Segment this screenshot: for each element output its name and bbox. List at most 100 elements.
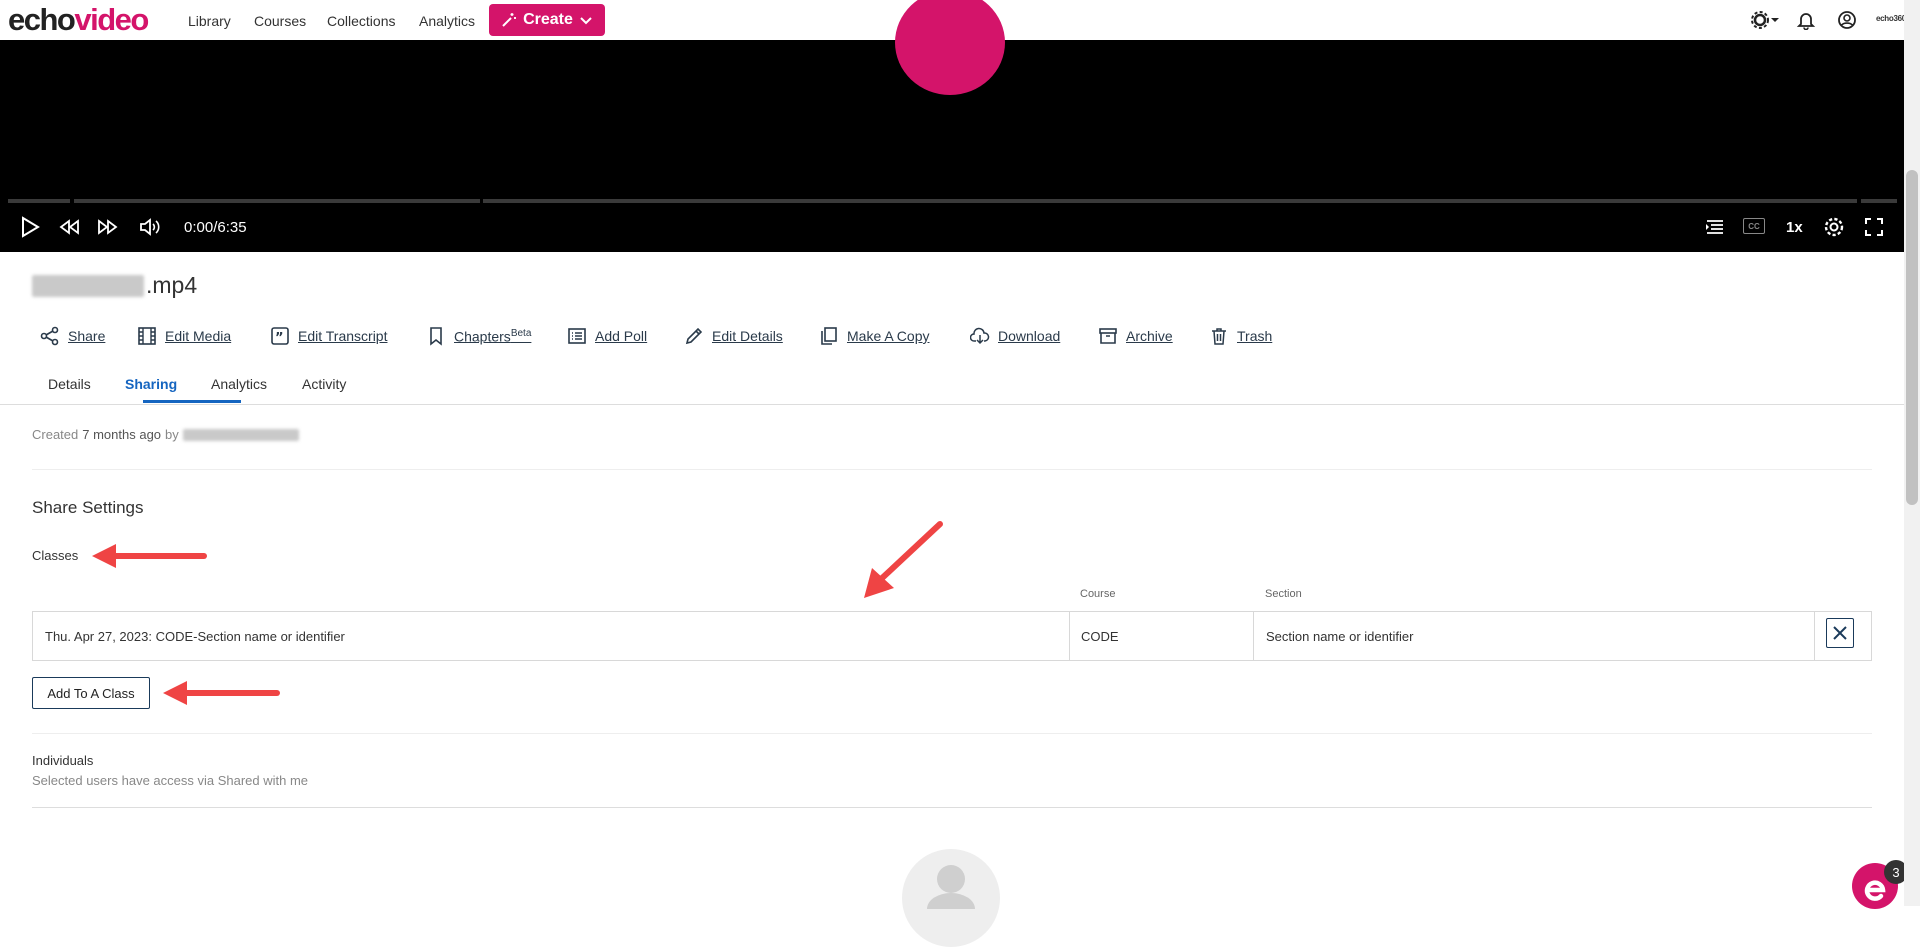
- add-poll-action[interactable]: Add Poll: [567, 326, 647, 346]
- scrollbar-thumb[interactable]: [1906, 170, 1918, 505]
- fast-forward-icon[interactable]: [97, 216, 119, 238]
- section-cell: Section name or identifier: [1266, 628, 1414, 644]
- remove-class-button[interactable]: [1826, 618, 1854, 648]
- echovideo-logo[interactable]: echovideo: [8, 2, 149, 38]
- pencil-icon: [685, 327, 703, 345]
- progress-segment[interactable]: [74, 199, 480, 203]
- cloud-download-icon: [970, 327, 990, 345]
- share-icon: [40, 326, 59, 346]
- play-icon[interactable]: [20, 216, 40, 238]
- annotation-arrow: [163, 681, 280, 705]
- edit-transcript-label: Edit Transcript: [298, 328, 388, 344]
- table-row: Thu. Apr 27, 2023: CODE-Section name or …: [32, 611, 1872, 661]
- active-tab-indicator: [143, 400, 241, 403]
- download-action[interactable]: Download: [970, 326, 1060, 346]
- edit-media-label: Edit Media: [165, 328, 232, 344]
- settings-icon[interactable]: [1823, 216, 1845, 238]
- make-a-copy-action[interactable]: Make A Copy: [819, 326, 930, 346]
- tab-analytics[interactable]: Analytics: [211, 376, 267, 392]
- created-by: by: [165, 427, 179, 442]
- divider: [32, 469, 1872, 470]
- copy-icon: [821, 327, 837, 345]
- individuals-label: Individuals: [32, 753, 94, 768]
- nav-collections[interactable]: Collections: [327, 13, 395, 29]
- avatar: [902, 849, 1000, 947]
- tabs-divider: [0, 404, 1904, 405]
- archive-icon: [1099, 328, 1117, 344]
- progress-segment[interactable]: [1861, 199, 1897, 203]
- trash-label: Trash: [1237, 328, 1273, 344]
- archive-label: Archive: [1126, 328, 1173, 344]
- share-label: Share: [68, 328, 106, 344]
- course-cell: CODE: [1081, 628, 1119, 644]
- magic-wand-icon: [502, 13, 517, 27]
- course-column-header: Course: [1080, 588, 1116, 600]
- individuals-hint: Selected users have access via Shared wi…: [32, 773, 309, 788]
- chapters-action[interactable]: ChaptersBeta: [426, 326, 531, 346]
- nav-library[interactable]: Library: [188, 13, 231, 29]
- title-extension: .mp4: [146, 272, 198, 298]
- column-divider: [1253, 612, 1254, 660]
- film-icon: [138, 327, 156, 345]
- nav-analytics[interactable]: Analytics: [419, 13, 475, 29]
- share-action[interactable]: Share: [40, 326, 105, 346]
- divider: [32, 733, 1872, 734]
- create-label: Create: [523, 11, 573, 28]
- quote-icon: ”: [271, 327, 289, 346]
- make-a-copy-label: Make A Copy: [847, 328, 930, 344]
- closed-captions-icon[interactable]: CC: [1743, 218, 1765, 234]
- rewind-icon[interactable]: [58, 216, 80, 238]
- beta-badge: Beta: [510, 327, 532, 339]
- video-player[interactable]: 0:00/6:35 CC 1x: [0, 0, 1904, 252]
- fullscreen-icon[interactable]: [1863, 216, 1885, 238]
- column-divider: [1814, 612, 1815, 660]
- chapters-list-icon[interactable]: [1704, 216, 1726, 238]
- divider: [32, 807, 1872, 808]
- add-poll-label: Add Poll: [595, 328, 648, 344]
- gear-menu-icon[interactable]: [1750, 10, 1780, 30]
- chevron-down-icon: [580, 17, 592, 25]
- edit-details-action[interactable]: Edit Details: [684, 326, 783, 346]
- nav-courses[interactable]: Courses: [254, 13, 306, 29]
- annotation-arrow: [864, 521, 943, 598]
- redacted-author: [182, 428, 299, 441]
- classes-label: Classes: [32, 548, 79, 563]
- add-to-a-class-button[interactable]: Add To A Class: [32, 677, 150, 709]
- list-icon: [568, 328, 586, 344]
- echo360-brand: echo360: [1876, 14, 1906, 23]
- play-overlay-icon[interactable]: [895, 0, 1005, 95]
- svg-text:”: ”: [275, 331, 284, 346]
- trash-action[interactable]: Trash: [1209, 326, 1272, 346]
- column-divider: [1069, 612, 1070, 660]
- close-icon: [1833, 626, 1847, 640]
- tab-sharing[interactable]: Sharing: [125, 376, 177, 392]
- share-settings-heading: Share Settings: [32, 498, 144, 517]
- volume-icon[interactable]: [138, 216, 162, 238]
- section-column-header: Section: [1265, 588, 1302, 600]
- bell-icon[interactable]: [1796, 10, 1816, 30]
- trash-icon: [1212, 328, 1226, 345]
- created-ago: 7 months ago: [82, 427, 162, 442]
- edit-transcript-action[interactable]: ” Edit Transcript: [270, 326, 387, 346]
- download-label: Download: [998, 328, 1061, 344]
- created-info: Created 7 months ago by: [32, 427, 299, 442]
- media-title: .mp4: [32, 272, 197, 299]
- bookmark-icon: [430, 327, 442, 346]
- class-name-cell: Thu. Apr 27, 2023: CODE-Section name or …: [45, 628, 345, 644]
- edit-details-label: Edit Details: [712, 328, 783, 344]
- user-placeholder-icon: [927, 865, 975, 909]
- annotation-arrow: [92, 544, 207, 568]
- edit-media-action[interactable]: Edit Media: [137, 326, 231, 346]
- tab-details[interactable]: Details: [48, 376, 91, 392]
- user-account-icon[interactable]: [1837, 10, 1857, 30]
- progress-segment[interactable]: [8, 199, 70, 203]
- redacted-title: [32, 274, 144, 297]
- time-display: 0:00/6:35: [184, 219, 247, 236]
- create-button[interactable]: Create: [489, 4, 605, 36]
- chapters-label: ChaptersBeta: [454, 327, 532, 345]
- archive-action[interactable]: Archive: [1098, 326, 1173, 346]
- playback-speed[interactable]: 1x: [1786, 219, 1803, 236]
- created-prefix: Created: [32, 427, 79, 442]
- tab-activity[interactable]: Activity: [302, 376, 346, 392]
- progress-segment[interactable]: [483, 199, 1857, 203]
